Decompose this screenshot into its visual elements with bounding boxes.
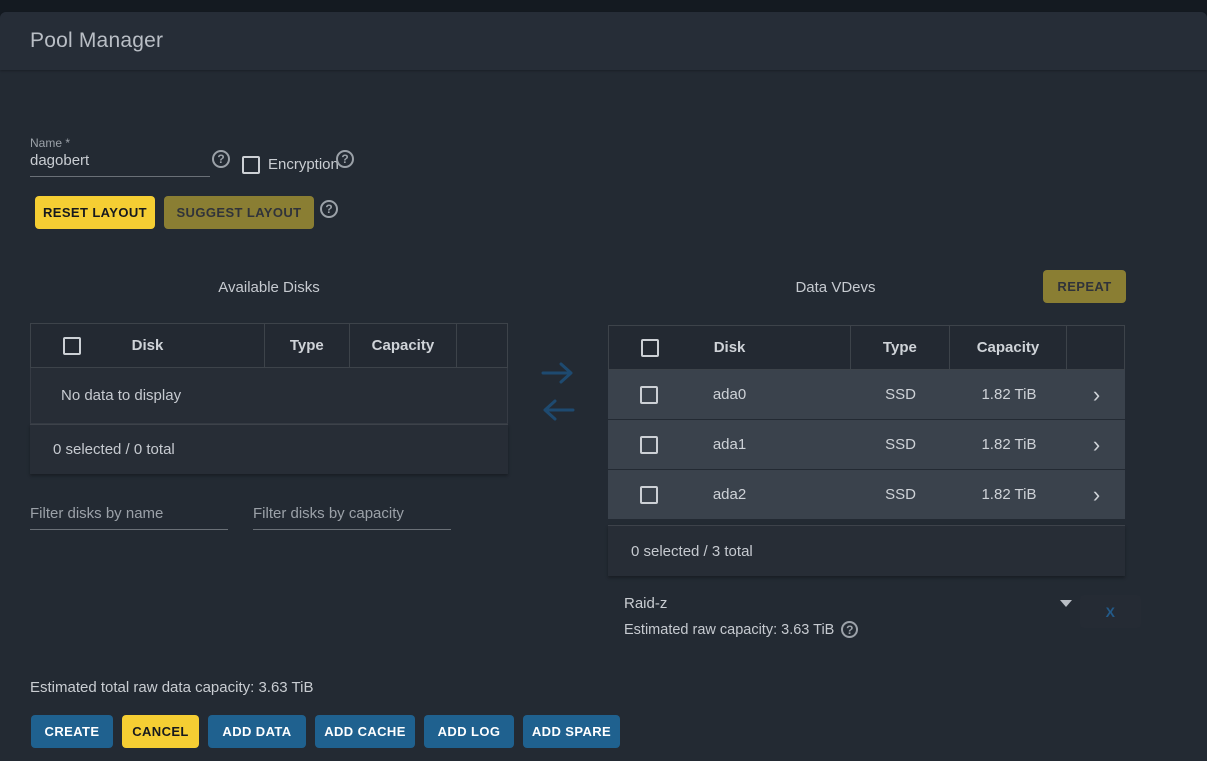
data-vdevs-disk-column: Disk — [609, 326, 851, 369]
reset-layout-button[interactable]: RESET LAYOUT — [35, 196, 155, 229]
encryption-checkbox[interactable] — [242, 156, 260, 174]
filter-disks-by-capacity-input[interactable] — [253, 505, 451, 530]
capacity-cell: 1.82 TiB — [950, 386, 1068, 403]
data-vdevs-capacity-column: Capacity — [950, 326, 1068, 369]
available-disks-disk-column: Disk — [31, 324, 265, 367]
raid-type-value: Raid-z — [624, 595, 667, 612]
available-disks-table: Disk Type Capacity No data to display 0 … — [30, 323, 508, 474]
add-spare-button[interactable]: ADD SPARE — [523, 715, 620, 748]
available-disks-empty-message: No data to display — [30, 368, 508, 424]
available-disks-type-column: Type — [265, 324, 350, 367]
move-left-button[interactable] — [540, 397, 576, 426]
row-checkbox[interactable] — [640, 486, 658, 504]
expand-cell[interactable]: › — [1068, 434, 1125, 456]
raid-type-select[interactable]: Raid-z — [624, 595, 1072, 612]
expand-cell[interactable]: › — [1068, 484, 1125, 506]
data-vdevs-header-row: Disk Type Capacity — [608, 325, 1125, 370]
table-row[interactable]: ada1 SSD 1.82 TiB › — [608, 420, 1125, 469]
move-right-button[interactable] — [540, 360, 576, 389]
available-disks-title: Available Disks — [30, 279, 508, 296]
available-disks-select-all-checkbox[interactable] — [63, 337, 81, 355]
chevron-down-icon — [1060, 600, 1072, 607]
table-row[interactable]: ada2 SSD 1.82 TiB › — [608, 470, 1125, 519]
chevron-right-icon: › — [1093, 434, 1100, 456]
repeat-button[interactable]: REPEAT — [1043, 270, 1126, 303]
chevron-right-icon: › — [1093, 484, 1100, 506]
type-cell: SSD — [851, 436, 950, 453]
add-data-button[interactable]: ADD DATA — [208, 715, 306, 748]
estimated-total-capacity-text: Estimated total raw data capacity: 3.63 … — [30, 679, 313, 696]
filter-disks-by-name-input[interactable] — [30, 505, 228, 530]
disk-cell: ada0 — [608, 386, 851, 403]
suggest-layout-button[interactable]: SUGGEST LAYOUT — [164, 196, 314, 229]
cancel-button[interactable]: CANCEL — [122, 715, 199, 748]
disk-name: ada0 — [713, 386, 746, 403]
name-label: Name * — [30, 136, 70, 150]
data-vdevs-title: Data VDevs — [608, 279, 1063, 296]
row-checkbox[interactable] — [640, 436, 658, 454]
data-vdevs-table: Disk Type Capacity ada0 SSD 1.82 TiB › a… — [608, 325, 1125, 576]
add-cache-button[interactable]: ADD CACHE — [315, 715, 415, 748]
encryption-help-icon[interactable]: ? — [336, 150, 354, 168]
disk-cell: ada2 — [608, 486, 851, 503]
chevron-right-icon: › — [1093, 384, 1100, 406]
capacity-cell: 1.82 TiB — [950, 486, 1068, 503]
available-disks-capacity-column: Capacity — [350, 324, 458, 367]
disk-cell: ada1 — [608, 436, 851, 453]
name-input[interactable] — [30, 152, 210, 177]
available-disks-header-row: Disk Type Capacity — [30, 323, 508, 368]
column-label: Disk — [132, 337, 164, 354]
column-label: Disk — [714, 339, 746, 356]
disk-name: ada2 — [713, 486, 746, 503]
encryption-label: Encryption — [268, 156, 339, 173]
arrow-right-icon — [540, 374, 576, 389]
create-button[interactable]: CREATE — [31, 715, 113, 748]
add-log-button[interactable]: ADD LOG — [424, 715, 514, 748]
row-checkbox[interactable] — [640, 386, 658, 404]
pool-manager-screen: Pool Manager Name * ? Encryption ? RESET… — [0, 0, 1207, 761]
data-vdevs-expand-column — [1067, 326, 1124, 369]
page-header: Pool Manager — [0, 12, 1207, 70]
arrow-left-icon — [540, 411, 576, 426]
disk-name: ada1 — [713, 436, 746, 453]
page-title: Pool Manager — [30, 29, 163, 53]
available-disks-expand-column — [457, 324, 507, 367]
name-help-icon[interactable]: ? — [212, 150, 230, 168]
data-vdevs-type-column: Type — [851, 326, 950, 369]
type-cell: SSD — [851, 386, 950, 403]
data-vdevs-footer: 0 selected / 3 total — [608, 525, 1125, 576]
estimated-raw-capacity-row: Estimated raw capacity: 3.63 TiB ? — [624, 621, 858, 638]
table-row[interactable]: ada0 SSD 1.82 TiB › — [608, 370, 1125, 419]
capacity-cell: 1.82 TiB — [950, 436, 1068, 453]
estimated-raw-capacity-text: Estimated raw capacity: 3.63 TiB — [624, 622, 834, 638]
expand-cell[interactable]: › — [1068, 384, 1125, 406]
capacity-help-icon[interactable]: ? — [841, 621, 858, 638]
type-cell: SSD — [851, 486, 950, 503]
available-disks-footer: 0 selected / 0 total — [30, 424, 508, 474]
remove-vdev-button[interactable]: X — [1080, 595, 1141, 628]
data-vdevs-select-all-checkbox[interactable] — [641, 339, 659, 357]
layout-help-icon[interactable]: ? — [320, 200, 338, 218]
